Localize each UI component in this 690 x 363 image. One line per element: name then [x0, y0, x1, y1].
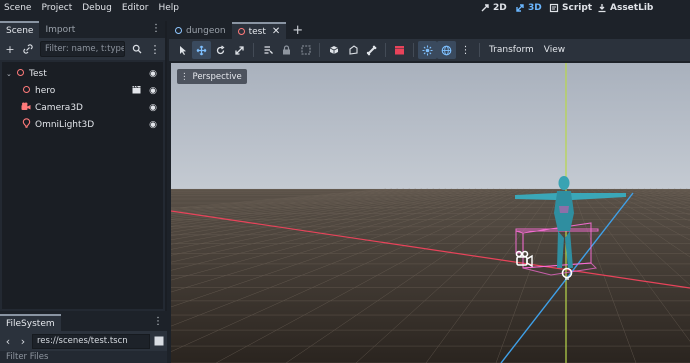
list-select-icon[interactable]: [258, 41, 277, 59]
tree-node-label: OmniLight3D: [35, 119, 95, 130]
tree-node-omnilight3d[interactable]: OmniLight3D ◉: [2, 116, 163, 133]
tree-node-test[interactable]: ⌄ Test ◉: [2, 65, 163, 82]
tab-scene[interactable]: Scene: [0, 21, 40, 38]
perspective-menu[interactable]: ⋮ Perspective: [177, 69, 247, 84]
workspace-script-button[interactable]: Script: [549, 0, 592, 16]
filesystem-dock-tabs: FileSystem ⋮: [0, 314, 167, 331]
node3d-icon: [175, 27, 182, 34]
bone-icon[interactable]: [362, 41, 381, 59]
3d-icon: [516, 4, 524, 12]
light-icon: [20, 118, 32, 131]
tree-node-label: hero: [35, 85, 56, 96]
clapperboard-icon[interactable]: [390, 41, 409, 59]
rotate-tool-icon[interactable]: [211, 41, 230, 59]
lock-icon[interactable]: [277, 41, 296, 59]
add-tab-icon[interactable]: +: [286, 22, 309, 39]
workspace-2d-button[interactable]: 2D: [480, 0, 507, 16]
tree-node-label: Camera3D: [35, 102, 83, 113]
scene-toolbar: + Filter: name, t:type, ⋮: [0, 38, 165, 60]
search-options-icon[interactable]: [131, 44, 143, 54]
workspace-3d-button[interactable]: 3D: [515, 0, 542, 16]
filesystem-dock: FileSystem ⋮ ‹ › res://scenes/test.tscn …: [0, 314, 167, 363]
perspective-label: Perspective: [192, 71, 242, 82]
toolbar-divider: [319, 43, 320, 57]
dock-menu-icon[interactable]: ⋮: [153, 316, 163, 327]
assetlib-icon: [598, 4, 606, 13]
path-field[interactable]: res://scenes/test.tscn: [32, 333, 150, 349]
tree-node-label: Test: [29, 68, 47, 79]
select-tool-icon[interactable]: [173, 41, 192, 59]
view-menu[interactable]: View: [539, 45, 570, 55]
environment-globe-icon[interactable]: [437, 41, 456, 59]
viewport-canvas: [171, 63, 690, 363]
menu-scene[interactable]: Scene: [0, 3, 36, 13]
tab-dungeon[interactable]: dungeon: [169, 22, 232, 39]
workspace-assetlib-button[interactable]: AssetLib: [597, 0, 653, 16]
menu-project[interactable]: Project: [36, 3, 77, 13]
scene-filter-input[interactable]: Filter: name, t:type,: [40, 41, 125, 57]
options-menu-icon[interactable]: ⋮: [456, 41, 475, 59]
scale-tool-icon[interactable]: [230, 41, 249, 59]
tab-dungeon-label: dungeon: [186, 25, 226, 36]
kebab-menu-icon: ⋮: [180, 71, 189, 82]
dock-menu-icon[interactable]: ⋮: [151, 23, 161, 34]
menu-help[interactable]: Help: [154, 3, 185, 13]
tab-import[interactable]: Import: [39, 21, 81, 38]
link-icon[interactable]: [22, 44, 34, 54]
toolbar-divider: [385, 43, 386, 57]
editor-tabs: dungeon test ✕ +: [169, 21, 690, 39]
workspace-assetlib-label: AssetLib: [610, 3, 654, 13]
transform-menu[interactable]: Transform: [484, 45, 539, 55]
camera-icon: [20, 102, 32, 114]
toolbar-divider: [479, 43, 480, 57]
scene-menu-icon[interactable]: ⋮: [149, 43, 161, 56]
move-tool-icon[interactable]: [192, 41, 211, 59]
sun-icon[interactable]: [418, 41, 437, 59]
menu-editor[interactable]: Editor: [117, 3, 154, 13]
split-mode-icon[interactable]: [153, 336, 165, 346]
visibility-eye-icon[interactable]: ◉: [149, 69, 157, 79]
tab-filesystem[interactable]: FileSystem: [0, 314, 61, 331]
node3d-icon: [20, 85, 32, 96]
script-icon: [549, 3, 559, 13]
visibility-eye-icon[interactable]: ◉: [149, 86, 157, 96]
scene-dock: Scene Import ⋮ + Filter: name, t:type, ⋮…: [0, 21, 167, 311]
toolbar-divider: [253, 43, 254, 57]
sky: [171, 63, 690, 189]
back-arrow-icon[interactable]: ‹: [2, 335, 14, 348]
menu-debug[interactable]: Debug: [77, 3, 117, 13]
node3d-icon: [14, 68, 26, 79]
tree-node-camera3d[interactable]: Camera3D ◉: [2, 99, 163, 116]
viewport-toolbar: ⋮ Transform View: [169, 39, 690, 61]
workspace-script-label: Script: [562, 3, 593, 13]
transform-snap-icon[interactable]: [343, 41, 362, 59]
workspace-3d-label: 3D: [528, 3, 542, 13]
tab-test-label: test: [248, 26, 266, 37]
snap-object-icon[interactable]: [324, 41, 343, 59]
tab-test[interactable]: test ✕: [231, 22, 287, 39]
close-icon[interactable]: ✕: [272, 26, 280, 37]
forward-arrow-icon[interactable]: ›: [17, 335, 29, 348]
add-node-icon[interactable]: +: [4, 43, 16, 56]
node3d-icon: [237, 28, 245, 35]
workspace-2d-label: 2D: [493, 3, 507, 13]
chevron-down-icon[interactable]: ⌄: [6, 70, 14, 78]
scene-dock-tabs: Scene Import ⋮: [0, 21, 165, 38]
scene-tree: ⌄ Test ◉ hero ◉ Camera3D ◉ OmniLight3D ◉: [2, 62, 163, 309]
3d-viewport[interactable]: ⋮ Perspective: [171, 63, 690, 363]
tree-node-hero[interactable]: hero ◉: [2, 82, 163, 99]
toolbar-divider: [413, 43, 414, 57]
filesystem-toolbar: ‹ › res://scenes/test.tscn: [0, 331, 167, 351]
visibility-eye-icon[interactable]: ◉: [149, 103, 157, 113]
visibility-eye-icon[interactable]: ◉: [149, 120, 157, 130]
clapperboard-icon[interactable]: [132, 85, 141, 97]
2d-icon: [481, 4, 489, 12]
filesystem-filter-input[interactable]: Filter Files: [0, 351, 167, 363]
group-icon[interactable]: [296, 41, 315, 59]
